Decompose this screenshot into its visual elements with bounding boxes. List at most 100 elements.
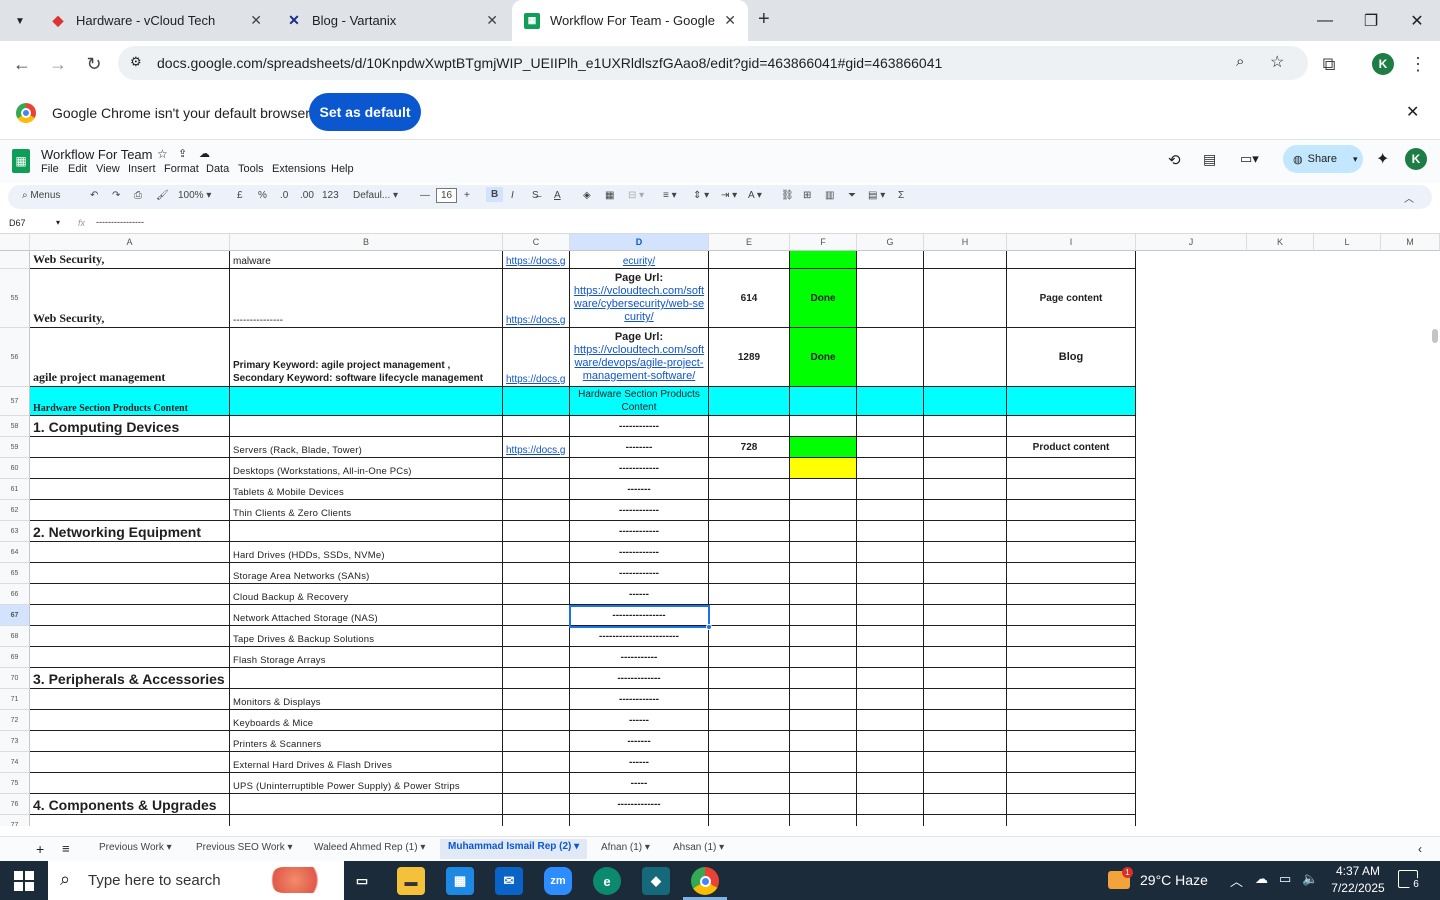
cell-e68[interactable] <box>709 626 790 647</box>
collapse-toolbar-icon[interactable]: ︿ <box>1404 190 1414 205</box>
cell-h71[interactable] <box>924 689 1007 710</box>
cell-e58[interactable] <box>709 416 790 437</box>
menu-data[interactable]: Data <box>206 163 229 175</box>
cell-g73[interactable] <box>857 731 924 752</box>
cell-c55[interactable]: https://docs.g <box>503 269 570 328</box>
store-icon[interactable]: ▦ <box>446 867 474 895</box>
sheet-tab-ahsan[interactable]: Ahsan (1) ▾ <box>673 842 724 853</box>
taskbar-search[interactable]: ⌕ Type here to search <box>48 861 344 900</box>
cell-d64[interactable]: ------------ <box>570 542 709 563</box>
collapse-sidebar-icon[interactable]: ‹ <box>1418 842 1422 856</box>
views-icon[interactable]: ▤ ▾ <box>868 190 885 201</box>
cell-f60[interactable] <box>790 458 857 479</box>
cell-g72[interactable] <box>857 710 924 731</box>
fill-color-icon[interactable]: ◈ <box>583 190 591 201</box>
cell-h56[interactable] <box>924 328 1007 387</box>
app-icon[interactable]: ◆ <box>642 867 670 895</box>
forward-button[interactable]: → <box>43 49 73 79</box>
cell-c63[interactable] <box>503 521 570 542</box>
currency-format[interactable]: £ <box>237 190 243 201</box>
cell-h66[interactable] <box>924 584 1007 605</box>
cell-d66[interactable]: ------ <box>570 584 709 605</box>
close-icon[interactable]: ✕ <box>250 12 262 29</box>
close-icon[interactable]: ✕ <box>1406 102 1419 122</box>
browser-tab-vartanix[interactable]: ✕ Blog - Vartanix ✕ <box>274 0 510 41</box>
cell-d55[interactable]: Page Url: https://vcloudtech.com/softwar… <box>570 269 709 328</box>
cell-a72[interactable] <box>30 710 230 731</box>
cell-a74[interactable] <box>30 752 230 773</box>
rotate-icon[interactable]: A ▾ <box>748 190 762 201</box>
cell-c68[interactable] <box>503 626 570 647</box>
maximize-button[interactable]: ❐ <box>1348 0 1394 41</box>
borders-icon[interactable]: ▦ <box>605 190 614 201</box>
cell-e67[interactable] <box>709 605 790 626</box>
cell-b55[interactable]: --------------- <box>230 269 503 328</box>
cell-i59[interactable]: Product content <box>1007 437 1136 458</box>
cell-g74[interactable] <box>857 752 924 773</box>
row-header[interactable]: 74 <box>0 752 30 773</box>
functions-icon[interactable]: Σ <box>898 190 904 201</box>
cell-i61[interactable] <box>1007 479 1136 500</box>
link-icon[interactable]: ⛓ <box>781 190 794 201</box>
merge-icon[interactable]: ⊟ ▾ <box>628 190 644 201</box>
cell-e57[interactable] <box>709 387 790 416</box>
strikethrough-icon[interactable]: S̶ <box>532 190 539 201</box>
cell-i68[interactable] <box>1007 626 1136 647</box>
cell-d57[interactable]: Hardware Section Products Content <box>570 387 709 416</box>
column-header-j[interactable]: J <box>1136 234 1247 251</box>
cell-c75[interactable] <box>503 773 570 794</box>
cell-c60[interactable] <box>503 458 570 479</box>
cell-f67[interactable] <box>790 605 857 626</box>
cell-d58[interactable]: ------------ <box>570 416 709 437</box>
cell-h68[interactable] <box>924 626 1007 647</box>
cell-d77[interactable] <box>570 815 709 826</box>
cell-h69[interactable] <box>924 647 1007 668</box>
account-avatar[interactable]: K <box>1405 148 1427 170</box>
cell-a67[interactable] <box>30 605 230 626</box>
cell-h76[interactable] <box>924 794 1007 815</box>
cell-a60[interactable] <box>30 458 230 479</box>
menu-extensions[interactable]: Extensions <box>272 163 326 175</box>
row-header[interactable]: 67 <box>0 605 30 626</box>
tab-search-button[interactable]: ▼ <box>8 10 32 32</box>
column-header-h[interactable]: H <box>924 234 1007 251</box>
cell-h59[interactable] <box>924 437 1007 458</box>
cell-d72[interactable]: ------ <box>570 710 709 731</box>
cell-h67[interactable] <box>924 605 1007 626</box>
cell-h62[interactable] <box>924 500 1007 521</box>
cell-h73[interactable] <box>924 731 1007 752</box>
cell-f75[interactable] <box>790 773 857 794</box>
row-header[interactable]: 58 <box>0 416 30 437</box>
cell-b63[interactable] <box>230 521 503 542</box>
cell-g75[interactable] <box>857 773 924 794</box>
sheet-tab-previous-seo-work[interactable]: Previous SEO Work ▾ <box>196 842 293 853</box>
cell-d75[interactable]: ----- <box>570 773 709 794</box>
document-title[interactable]: Workflow For Team <box>41 147 153 162</box>
vertical-scrollbar[interactable] <box>1432 329 1438 343</box>
cell-a76[interactable]: 4. Components & Upgrades <box>30 794 230 815</box>
cell-a58[interactable]: 1. Computing Devices <box>30 416 230 437</box>
column-header-a[interactable]: A <box>30 234 230 251</box>
cell-c65[interactable] <box>503 563 570 584</box>
cell-g58[interactable] <box>857 416 924 437</box>
page-url-link[interactable]: https://vcloudtech.com/software/cybersec… <box>573 285 705 324</box>
cell-g60[interactable] <box>857 458 924 479</box>
meet-icon[interactable]: ▭▾ <box>1240 151 1259 167</box>
cell-a75[interactable] <box>30 773 230 794</box>
cell-b69[interactable]: Flash Storage Arrays <box>230 647 503 668</box>
formula-input[interactable]: ---------------- <box>96 217 144 227</box>
cell-c77[interactable] <box>503 815 570 826</box>
cell-f71[interactable] <box>790 689 857 710</box>
font-select[interactable]: Defaul... ▾ <box>353 190 398 201</box>
volume-icon[interactable]: 🔈 <box>1302 871 1318 887</box>
column-header-g[interactable]: G <box>857 234 924 251</box>
cell-f69[interactable] <box>790 647 857 668</box>
cell-c56[interactable]: https://docs.g <box>503 328 570 387</box>
column-header-k[interactable]: K <box>1247 234 1314 251</box>
cell-b65[interactable]: Storage Area Networks (SANs) <box>230 563 503 584</box>
reload-button[interactable]: ↻ <box>79 49 109 79</box>
menu-file[interactable]: File <box>41 163 59 175</box>
gemini-icon[interactable]: ✦ <box>1376 149 1389 169</box>
cell-a59[interactable] <box>30 437 230 458</box>
font-size-increase[interactable]: + <box>464 190 470 201</box>
